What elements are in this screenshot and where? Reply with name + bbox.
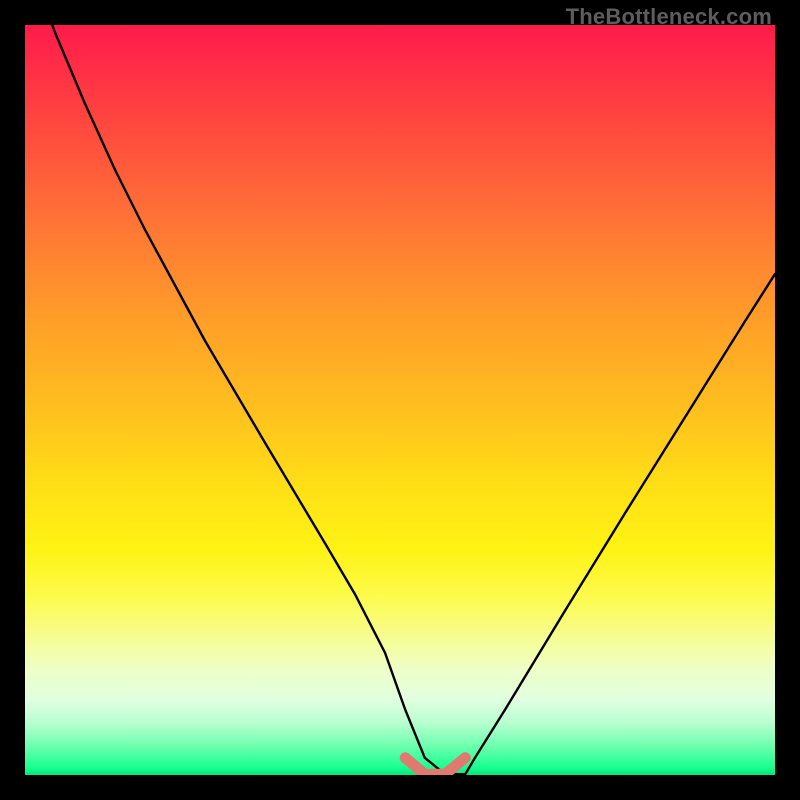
plot-svg <box>25 25 775 775</box>
bottleneck-curve <box>25 25 775 774</box>
plot-area <box>25 25 775 775</box>
chart-stage: TheBottleneck.com <box>0 0 800 800</box>
